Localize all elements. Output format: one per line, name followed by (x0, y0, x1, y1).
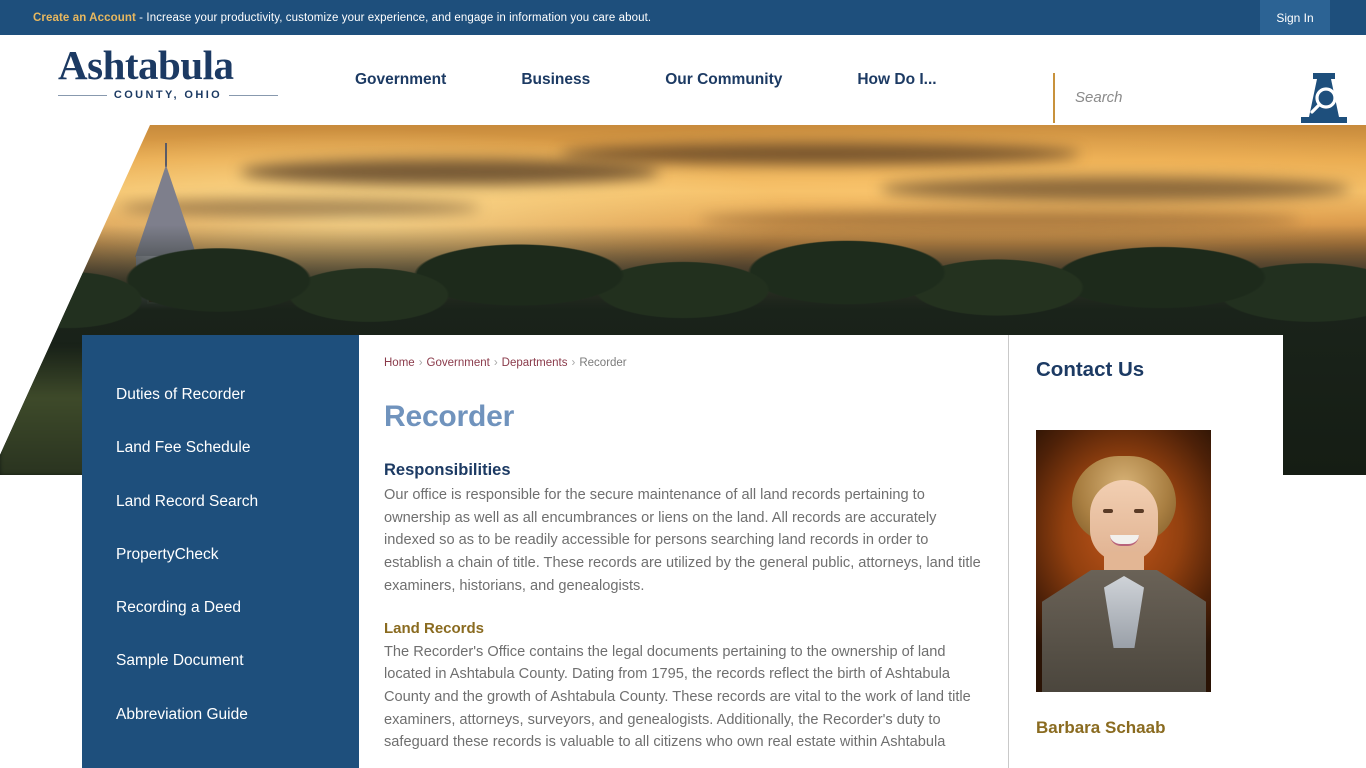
sidebar-item-sample-document[interactable]: Sample Document (82, 634, 359, 687)
logo-name: Ashtabula (58, 42, 234, 88)
main-content: Home › Government › Departments › Recorder Rec… (359, 335, 1008, 768)
breadcrumb-separator: › (571, 357, 576, 369)
top-bar-message-suffix: - Increase your productivity, customize … (135, 11, 652, 24)
breadcrumb-item-home[interactable]: Home (384, 357, 415, 369)
section-heading-responsibilities: Responsibilities (384, 461, 511, 479)
page-title: Recorder (384, 400, 515, 433)
site-logo[interactable]: Ashtabula COUNTY, OHIO (58, 42, 278, 101)
search-submit-button[interactable] (1293, 67, 1355, 129)
portrait-face (1090, 480, 1158, 562)
breadcrumb-separator: › (493, 357, 498, 369)
main-navigation: Government Business Our Community How Do… (355, 35, 937, 125)
search-icon (1301, 72, 1347, 123)
logo-subtitle-wrap: COUNTY, OHIO (58, 89, 278, 101)
logo-subtitle: COUNTY, OHIO (113, 89, 223, 102)
section-heading-land-records: Land Records (384, 619, 485, 637)
breadcrumb-item-departments[interactable]: Departments (502, 357, 568, 369)
hero-cloud (560, 143, 1080, 165)
sidebar-item-abbreviation-guide[interactable]: Abbreviation Guide (82, 688, 359, 741)
breadcrumb-separator: › (418, 357, 423, 369)
search-divider (1053, 72, 1055, 123)
create-account-link[interactable]: Create an Account (33, 12, 136, 24)
sidebar-item-land-fee-schedule[interactable]: Land Fee Schedule (82, 421, 359, 474)
nav-item-how-do-i[interactable]: How Do I... (857, 63, 936, 97)
nav-item-our-community[interactable]: Our Community (665, 63, 782, 97)
logo-rule-right (229, 94, 278, 96)
search-input[interactable] (1075, 81, 1275, 114)
breadcrumb-item-government[interactable]: Government (427, 357, 490, 369)
top-utility-bar: Create an Account - Increase your produc… (0, 0, 1366, 35)
site-header: Ashtabula COUNTY, OHIO Government Busine… (0, 35, 1366, 125)
logo-rule-left (58, 94, 107, 96)
steeple-finial (165, 143, 167, 167)
portrait-smile (1110, 535, 1139, 546)
top-bar-message: Create an Account - Increase your produc… (33, 12, 651, 24)
section-body-responsibilities: Our office is responsible for the secure… (384, 487, 981, 594)
nav-item-business[interactable]: Business (521, 63, 590, 97)
breadcrumb: Home › Government › Departments › Recorder (384, 357, 982, 369)
contact-us-title: Contact Us (1036, 358, 1145, 381)
nav-item-government[interactable]: Government (355, 63, 446, 97)
sidebar-item-land-record-search[interactable]: Land Record Search (82, 475, 359, 528)
search-area (1053, 70, 1366, 125)
hero-cloud (880, 177, 1350, 201)
section-sidebar: Duties of Recorder Land Fee Schedule Lan… (82, 335, 359, 768)
sidebar-item-recording-a-deed[interactable]: Recording a Deed (82, 581, 359, 634)
portrait-eye-left (1103, 509, 1113, 513)
breadcrumb-item-recorder: Recorder (579, 357, 627, 369)
content-panel: Duties of Recorder Land Fee Schedule Lan… (82, 335, 1283, 768)
sidebar-item-duties-of-recorder[interactable]: Duties of Recorder (82, 368, 359, 421)
portrait-eye-right (1134, 509, 1144, 513)
sidebar-item-propertycheck[interactable]: PropertyCheck (82, 528, 359, 581)
contact-person-name: Barbara Schaab (1036, 718, 1166, 737)
contact-portrait-photo (1036, 430, 1211, 692)
sign-in-button[interactable]: Sign In (1260, 0, 1330, 35)
section-body-land-records: The Recorder's Office contains the legal… (384, 643, 971, 751)
contact-us-panel: Contact Us Barbara Schaab (1008, 335, 1283, 768)
